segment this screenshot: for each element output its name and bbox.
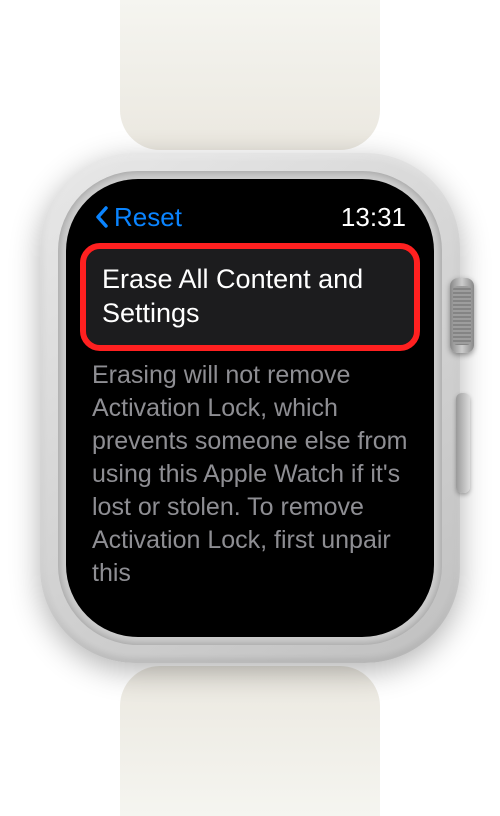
content-area: Erase All Content and Settings Erasing w… xyxy=(90,237,410,590)
erase-all-button-label: Erase All Content and Settings xyxy=(102,263,398,331)
digital-crown[interactable] xyxy=(450,278,474,353)
status-bar: Reset 13:31 xyxy=(90,197,410,237)
back-button[interactable]: Reset xyxy=(94,202,182,233)
watch-screen: Reset 13:31 Erase All Content and Settin… xyxy=(66,179,434,637)
back-title: Reset xyxy=(114,202,182,233)
watch-band-top xyxy=(120,0,380,150)
side-button[interactable] xyxy=(456,393,470,493)
watch-band-bottom xyxy=(120,666,380,816)
erase-description: Erasing will not remove Activation Lock,… xyxy=(90,345,410,590)
erase-all-button[interactable]: Erase All Content and Settings xyxy=(86,249,414,345)
watch-case: Reset 13:31 Erase All Content and Settin… xyxy=(40,153,460,663)
clock-time: 13:31 xyxy=(341,202,406,233)
chevron-left-icon xyxy=(94,205,110,229)
watch-inner-bezel: Reset 13:31 Erase All Content and Settin… xyxy=(58,171,442,645)
